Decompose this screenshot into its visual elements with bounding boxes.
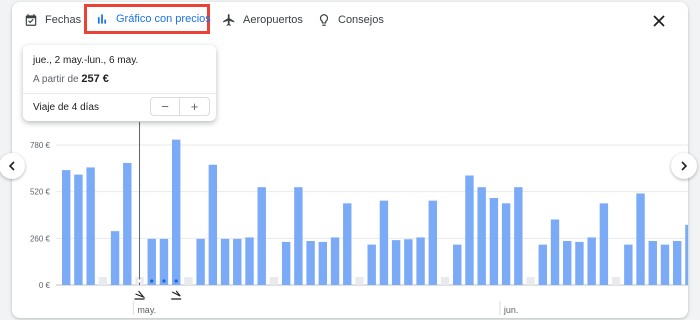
bar-chart-icon [97, 14, 107, 24]
price-bar [220, 238, 230, 285]
y-tick-label: 520 € [30, 188, 51, 197]
price-bar [233, 238, 242, 285]
trip-length-stepper: − + [150, 97, 210, 116]
tooltip-dates: jue., 2 may.-lun., 6 may. [33, 55, 139, 66]
trip-day-dot [137, 279, 142, 283]
previous-dates-button[interactable] [0, 153, 25, 179]
tooltip-price-line: A partir de 257 € [33, 73, 109, 85]
increase-trip-button[interactable]: + [180, 98, 209, 115]
price-bar [257, 187, 266, 285]
price-bar [281, 241, 291, 285]
price-bar [550, 219, 560, 285]
next-dates-button[interactable] [671, 153, 697, 179]
tooltip-price: 257 € [81, 73, 109, 85]
price-bar [245, 237, 254, 285]
tab-airports[interactable]: Aeropuertos [222, 6, 303, 34]
price-bar [428, 200, 437, 285]
trip-day-dot [150, 279, 154, 283]
price-bar [489, 197, 499, 285]
price-bar [404, 239, 413, 285]
price-bar [159, 238, 169, 285]
lightbulb-icon [319, 14, 329, 26]
price-bar [538, 244, 547, 285]
trip-length-label: Viaje de 4 días [33, 102, 99, 113]
price-bar [343, 203, 352, 285]
tab-dates[interactable]: Fechas [24, 6, 81, 34]
price-bar [501, 203, 511, 285]
tab-price-graph[interactable]: Gráfico con precios [84, 4, 211, 34]
tooltip-divider [23, 93, 216, 94]
price-bar [367, 244, 376, 285]
price-bar [636, 193, 645, 285]
tab-tips[interactable]: Consejos [317, 6, 384, 34]
price-bar-empty [355, 277, 364, 285]
calendar-check-icon [25, 14, 37, 26]
price-bar [123, 162, 132, 285]
price-bar-empty [269, 277, 279, 285]
price-bar [86, 167, 95, 285]
y-tick-label: 260 € [30, 234, 51, 243]
price-bar [74, 174, 83, 285]
price-graph-panel: Fechas Gráfico con precios Aeropuertos C… [12, 2, 688, 318]
close-button[interactable] [648, 10, 670, 32]
y-tick-label: 0 € [39, 281, 51, 290]
price-bar-empty [526, 277, 535, 285]
price-bar [62, 170, 71, 285]
chevron-left-icon [8, 161, 15, 171]
price-bar-empty [440, 277, 450, 285]
y-tick-label: 780 € [30, 141, 51, 150]
price-bar-empty [98, 277, 108, 285]
price-bar [624, 244, 633, 285]
price-bar [575, 241, 584, 285]
price-bar [208, 164, 218, 285]
tab-bar: Fechas Gráfico con precios Aeropuertos C… [12, 2, 688, 38]
price-bar [648, 241, 657, 285]
month-label: jun. [503, 305, 519, 315]
takeoff-icon [134, 290, 146, 300]
landing-icon [171, 290, 182, 300]
price-bar [685, 224, 688, 285]
price-bar-empty [611, 277, 621, 285]
price-bar [306, 241, 315, 285]
price-bar [196, 238, 205, 285]
price-tooltip: jue., 2 may.-lun., 6 may. A partir de 25… [23, 45, 216, 121]
price-bar [171, 139, 181, 285]
airplane-icon [223, 14, 235, 26]
month-label: may. [137, 305, 156, 315]
price-bar-empty [184, 277, 193, 285]
price-bar [673, 241, 682, 285]
price-bar [110, 231, 120, 285]
tab-airports-label: Aeropuertos [243, 14, 303, 26]
price-bar [587, 237, 596, 285]
price-bar [294, 187, 303, 285]
price-bar [147, 238, 156, 285]
trip-day-dot [162, 279, 166, 283]
chevron-right-icon [681, 161, 688, 171]
price-bar [453, 244, 462, 285]
price-bar [563, 241, 572, 285]
price-bar [465, 175, 474, 285]
tooltip-price-prefix: A partir de [33, 74, 79, 85]
price-bar [660, 244, 670, 285]
close-icon [653, 15, 665, 27]
price-bar [477, 187, 486, 285]
price-bar [599, 203, 609, 285]
trip-day-dot [174, 279, 178, 283]
price-bar [416, 237, 425, 285]
price-bar [318, 241, 328, 285]
price-bar [330, 237, 340, 285]
price-bar [391, 240, 401, 285]
tab-dates-label: Fechas [45, 14, 82, 26]
tab-tips-label: Consejos [338, 14, 384, 26]
decrease-trip-button[interactable]: − [151, 98, 181, 115]
price-bar [379, 200, 389, 285]
tab-price-graph-label: Gráfico con precios [116, 13, 211, 25]
price-bar [514, 187, 523, 285]
